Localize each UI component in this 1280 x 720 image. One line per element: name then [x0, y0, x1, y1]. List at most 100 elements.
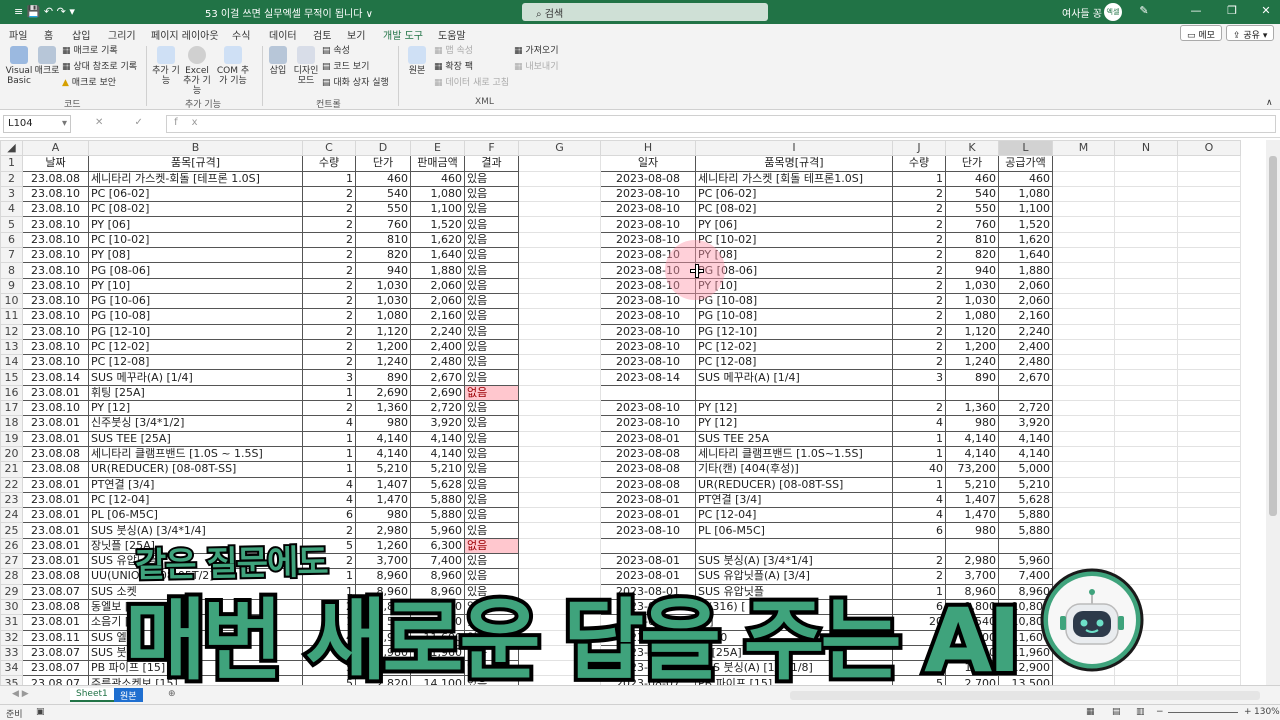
cell[interactable]: 1 — [302, 430, 356, 447]
macro-button[interactable]: 매크로 — [34, 46, 60, 76]
cell[interactable]: 있음 — [464, 553, 519, 570]
cell[interactable]: 2023-08-01 — [600, 430, 696, 447]
cell[interactable]: 4 — [892, 415, 946, 432]
cell[interactable]: 540 — [355, 185, 411, 203]
avatar[interactable]: 엑셀 — [1104, 3, 1122, 21]
cell[interactable]: 2023-08-10 — [600, 338, 696, 356]
cell[interactable]: 23.08.01 — [22, 507, 89, 524]
zoom-slider[interactable] — [1168, 712, 1238, 713]
cell[interactable] — [518, 369, 601, 386]
row-number[interactable]: 6 — [0, 231, 23, 249]
cell[interactable] — [1052, 553, 1115, 570]
cell[interactable]: 980 — [945, 415, 999, 432]
cell[interactable]: 5,628 — [410, 476, 465, 493]
cell[interactable]: 980 — [355, 507, 411, 524]
cell[interactable]: 1,407 — [945, 491, 999, 509]
cell[interactable] — [1177, 644, 1241, 662]
cell[interactable]: 980 — [945, 522, 999, 539]
cell[interactable] — [1114, 155, 1178, 172]
cell[interactable]: 2 — [302, 277, 356, 294]
cell[interactable]: 23.08.10 — [22, 201, 89, 218]
cell[interactable] — [518, 216, 601, 233]
cell[interactable]: 23.08.01 — [22, 384, 89, 402]
row-number[interactable]: 3 — [0, 185, 23, 203]
cell[interactable]: 없음 — [464, 537, 519, 555]
cell[interactable]: 23.08.07 — [22, 660, 89, 677]
cell[interactable] — [1114, 277, 1178, 294]
cell[interactable]: PC [06-02] — [695, 185, 893, 203]
row-number[interactable]: 32 — [0, 629, 23, 646]
cell[interactable]: 1,080 — [410, 185, 465, 203]
cell[interactable]: 2,400 — [410, 338, 465, 356]
column-header[interactable]: D — [355, 140, 411, 157]
cell[interactable]: 1,360 — [945, 400, 999, 417]
column-header[interactable]: H — [600, 140, 696, 157]
cell[interactable]: 23.08.01 — [22, 522, 89, 539]
cell[interactable]: 있음 — [464, 476, 519, 493]
cell[interactable]: 5,880 — [410, 507, 465, 524]
cell[interactable]: SUS TEE 25A — [695, 430, 893, 447]
cell[interactable]: 1,080 — [945, 308, 999, 325]
zoom-in-icon[interactable]: + — [1244, 707, 1252, 717]
vertical-scrollbar[interactable] — [1266, 140, 1280, 685]
cell[interactable] — [1052, 522, 1115, 539]
cell[interactable]: 5,210 — [355, 461, 411, 478]
cell[interactable]: 4 — [302, 476, 356, 493]
cell[interactable]: 있음 — [464, 216, 519, 233]
cell[interactable] — [1052, 247, 1115, 264]
cell[interactable] — [1114, 323, 1178, 340]
pen-icon[interactable]: ✎ — [1134, 4, 1154, 17]
cell[interactable]: 세니타리 가스켓 [회돌 테프론1.0S] — [695, 170, 893, 187]
cell[interactable] — [518, 292, 601, 310]
header-cell[interactable]: 결과 — [464, 155, 519, 172]
cell[interactable] — [518, 430, 601, 447]
menu-help[interactable]: 도움말 — [438, 27, 466, 42]
row-number[interactable]: 24 — [0, 507, 23, 524]
cell[interactable]: 2,060 — [998, 277, 1053, 294]
cell[interactable]: 2023-08-10 — [600, 522, 696, 539]
column-header-selected[interactable]: L — [998, 140, 1053, 157]
cell[interactable]: 1,240 — [945, 354, 999, 371]
cell[interactable]: 2,480 — [410, 354, 465, 371]
menu-review[interactable]: 검토 — [313, 27, 331, 42]
cell[interactable] — [1114, 461, 1178, 478]
header-cell[interactable]: 수량 — [302, 155, 356, 172]
cell[interactable] — [1114, 170, 1178, 187]
row-number[interactable]: 1 — [0, 155, 23, 172]
name-box[interactable]: L104 ▾ — [3, 115, 71, 133]
expansion-pack-button[interactable]: ▦ 확장 팩 — [434, 62, 473, 72]
row-number[interactable]: 13 — [0, 338, 23, 356]
column-header[interactable]: C — [302, 140, 356, 157]
cell[interactable]: PY [12] — [695, 400, 893, 417]
cell[interactable]: 4,140 — [945, 445, 999, 463]
cell[interactable]: 2023-08-08 — [600, 461, 696, 478]
cell[interactable]: 있음 — [464, 400, 519, 417]
cell[interactable]: 1,640 — [998, 247, 1053, 264]
cell[interactable] — [1052, 262, 1115, 279]
cell[interactable]: 23.08.01 — [22, 614, 89, 631]
cell[interactable] — [1177, 292, 1241, 310]
cell[interactable]: PC [10-02] — [695, 231, 893, 249]
header-cell[interactable]: 단가 — [355, 155, 411, 172]
cell[interactable]: 있음 — [464, 369, 519, 386]
cell[interactable]: 2 — [892, 216, 946, 233]
cell[interactable] — [945, 384, 999, 402]
cell[interactable]: 1 — [892, 445, 946, 463]
user-name[interactable]: 여사들 꽁 — [1062, 5, 1102, 20]
cell[interactable]: 2023-08-14 — [600, 369, 696, 386]
cell[interactable]: 5,210 — [998, 476, 1053, 493]
cell[interactable]: 없음 — [464, 384, 519, 402]
column-header[interactable]: N — [1114, 140, 1178, 157]
cell[interactable]: SUS 메꾸라(A) [1/4] — [695, 369, 893, 386]
cell[interactable]: PG [08-06] — [88, 262, 303, 279]
cell[interactable]: 5,000 — [998, 461, 1053, 478]
cell[interactable] — [1177, 583, 1241, 600]
cell[interactable]: 있음 — [464, 292, 519, 310]
cell[interactable]: 980 — [355, 415, 411, 432]
cell[interactable] — [1052, 384, 1115, 402]
cell[interactable]: 460 — [355, 170, 411, 187]
cell[interactable] — [1052, 461, 1115, 478]
document-title[interactable]: 53 이걸 쓰면 실무엑셀 무적이 됩니다 ∨ — [205, 5, 373, 20]
cell[interactable]: 2,690 — [355, 384, 411, 402]
cell[interactable] — [518, 476, 601, 493]
